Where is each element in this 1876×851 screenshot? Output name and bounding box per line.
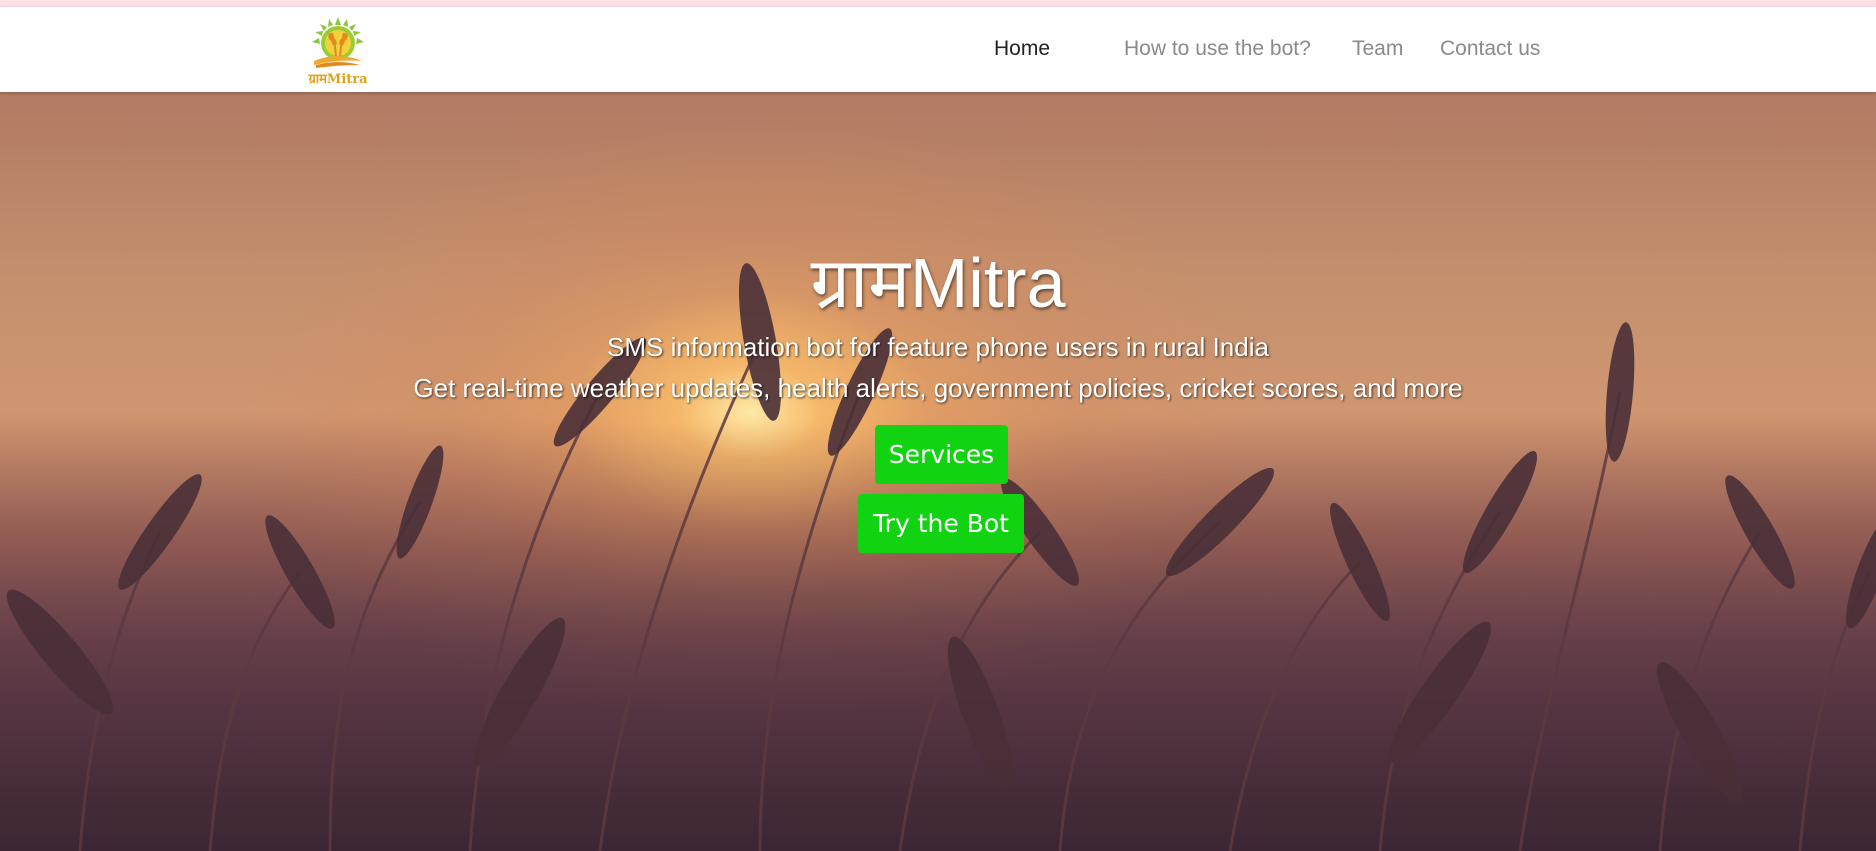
wheat-sun-logo-icon: ग्रामMitra bbox=[307, 17, 368, 87]
try-the-bot-button[interactable]: Try the Bot bbox=[858, 494, 1024, 553]
top-accent-strip bbox=[0, 0, 1876, 7]
logo-text: ग्रामMitra bbox=[307, 72, 368, 87]
site-logo[interactable]: ग्रामMitra bbox=[306, 15, 370, 87]
navbar: ग्रामMitra Home How to use the bot? Team… bbox=[0, 7, 1876, 92]
hero-content: ग्रामMitra SMS information bot for featu… bbox=[0, 92, 1876, 851]
nav-how-to-use[interactable]: How to use the bot? bbox=[1124, 37, 1311, 61]
nav-home[interactable]: Home bbox=[994, 37, 1050, 61]
hero-description: Get real-time weather updates, health al… bbox=[413, 373, 1463, 403]
nav-contact-us[interactable]: Contact us bbox=[1440, 37, 1540, 61]
services-button[interactable]: Services bbox=[875, 425, 1008, 484]
hero-title: ग्रामMitra bbox=[810, 244, 1066, 322]
hero-subtitle: SMS information bot for feature phone us… bbox=[607, 332, 1269, 362]
hero-section: ग्रामMitra SMS information bot for featu… bbox=[0, 92, 1876, 851]
nav-team[interactable]: Team bbox=[1352, 37, 1403, 61]
